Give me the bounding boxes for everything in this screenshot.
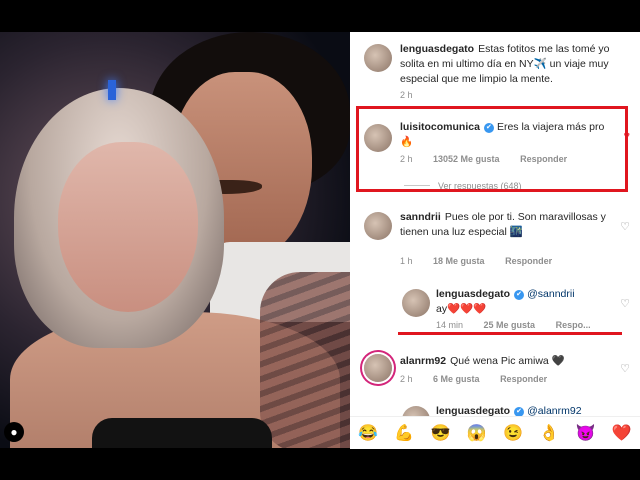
- highlight-box: [356, 106, 628, 192]
- comment-username[interactable]: alanrm92: [400, 355, 446, 367]
- emoji-reaction-bar: 😂 💪 😎 😱 😉 👌 😈 ❤️: [350, 416, 640, 449]
- post-photo: ●: [0, 32, 350, 448]
- comment-text: sanndrii Pues ole por ti. Son maravillosa…: [400, 210, 626, 240]
- comment-likes[interactable]: 25 Me gusta: [484, 320, 536, 330]
- comment-username[interactable]: lenguasdegato: [436, 288, 510, 300]
- avatar[interactable]: [402, 289, 430, 317]
- comment-text: lenguasdegato Estas fotitos me las tomé y…: [400, 42, 636, 87]
- comment-time: 2 h: [400, 90, 413, 100]
- comment-time: 14 min: [436, 320, 464, 330]
- devil-emoji-icon[interactable]: 😈: [576, 423, 596, 443]
- avatar[interactable]: [364, 354, 392, 382]
- comment-meta: 2 h: [400, 90, 431, 100]
- comment-emoji: 🖤: [551, 355, 565, 367]
- comment-emoji: 🌃: [509, 226, 523, 238]
- comment-emoji: ❤️❤️❤️: [447, 303, 487, 315]
- photo-top: [92, 418, 272, 448]
- comments-panel: lenguasdegato Estas fotitos me las tomé y…: [350, 32, 640, 448]
- photo-face-woman: [58, 142, 198, 312]
- comment-body: Qué wena Pic amiwa: [450, 355, 549, 367]
- screaming-emoji-icon[interactable]: 😱: [467, 423, 487, 443]
- like-heart-icon[interactable]: ♡: [620, 362, 630, 375]
- comment-text: lenguasdegato ✔ @sanndrii ay❤️❤️❤️: [436, 287, 616, 317]
- verified-icon: ✔: [514, 290, 525, 300]
- heart-emoji-icon[interactable]: ❤️: [612, 423, 632, 443]
- winking-emoji-icon[interactable]: 😉: [503, 423, 523, 443]
- comment-meta: 2 h 6 Me gusta Responder: [400, 374, 565, 384]
- comment-username[interactable]: sanndrii: [400, 211, 441, 223]
- like-heart-icon[interactable]: ♡: [620, 220, 630, 233]
- sunglasses-emoji-icon[interactable]: 😎: [431, 423, 451, 443]
- highlight-underline: [398, 332, 622, 335]
- photo-blue-light: [108, 80, 116, 100]
- comment-text: alanrm92 Qué wena Pic amiwa 🖤: [400, 354, 626, 369]
- like-heart-icon[interactable]: ♡: [620, 297, 630, 310]
- comment-time: 2 h: [400, 374, 413, 384]
- reply-button[interactable]: Responder: [500, 374, 547, 384]
- comment-likes[interactable]: 6 Me gusta: [433, 374, 480, 384]
- ok-hand-emoji-icon[interactable]: 👌: [539, 423, 559, 443]
- person-icon[interactable]: ●: [4, 422, 24, 442]
- comment-likes[interactable]: 18 Me gusta: [433, 256, 485, 266]
- comment-time: 1 h: [400, 256, 413, 266]
- comment-mention[interactable]: @sanndrii: [527, 288, 574, 300]
- flexed-biceps-emoji-icon[interactable]: 💪: [394, 423, 414, 443]
- avatar[interactable]: [364, 212, 392, 240]
- comment-emoji: ✈️: [533, 58, 547, 70]
- avatar[interactable]: [364, 44, 392, 72]
- comment-body: ay: [436, 303, 448, 315]
- comment-meta: 14 min 25 Me gusta Respo...: [436, 320, 609, 330]
- reply-button[interactable]: Respo...: [556, 320, 591, 330]
- comment-meta: 1 h 18 Me gusta Responder: [400, 256, 570, 266]
- comment-username[interactable]: lenguasdegato: [400, 43, 474, 55]
- photo-tattoo: [260, 272, 350, 448]
- laughing-emoji-icon[interactable]: 😂: [358, 423, 378, 443]
- reply-button[interactable]: Responder: [505, 256, 552, 266]
